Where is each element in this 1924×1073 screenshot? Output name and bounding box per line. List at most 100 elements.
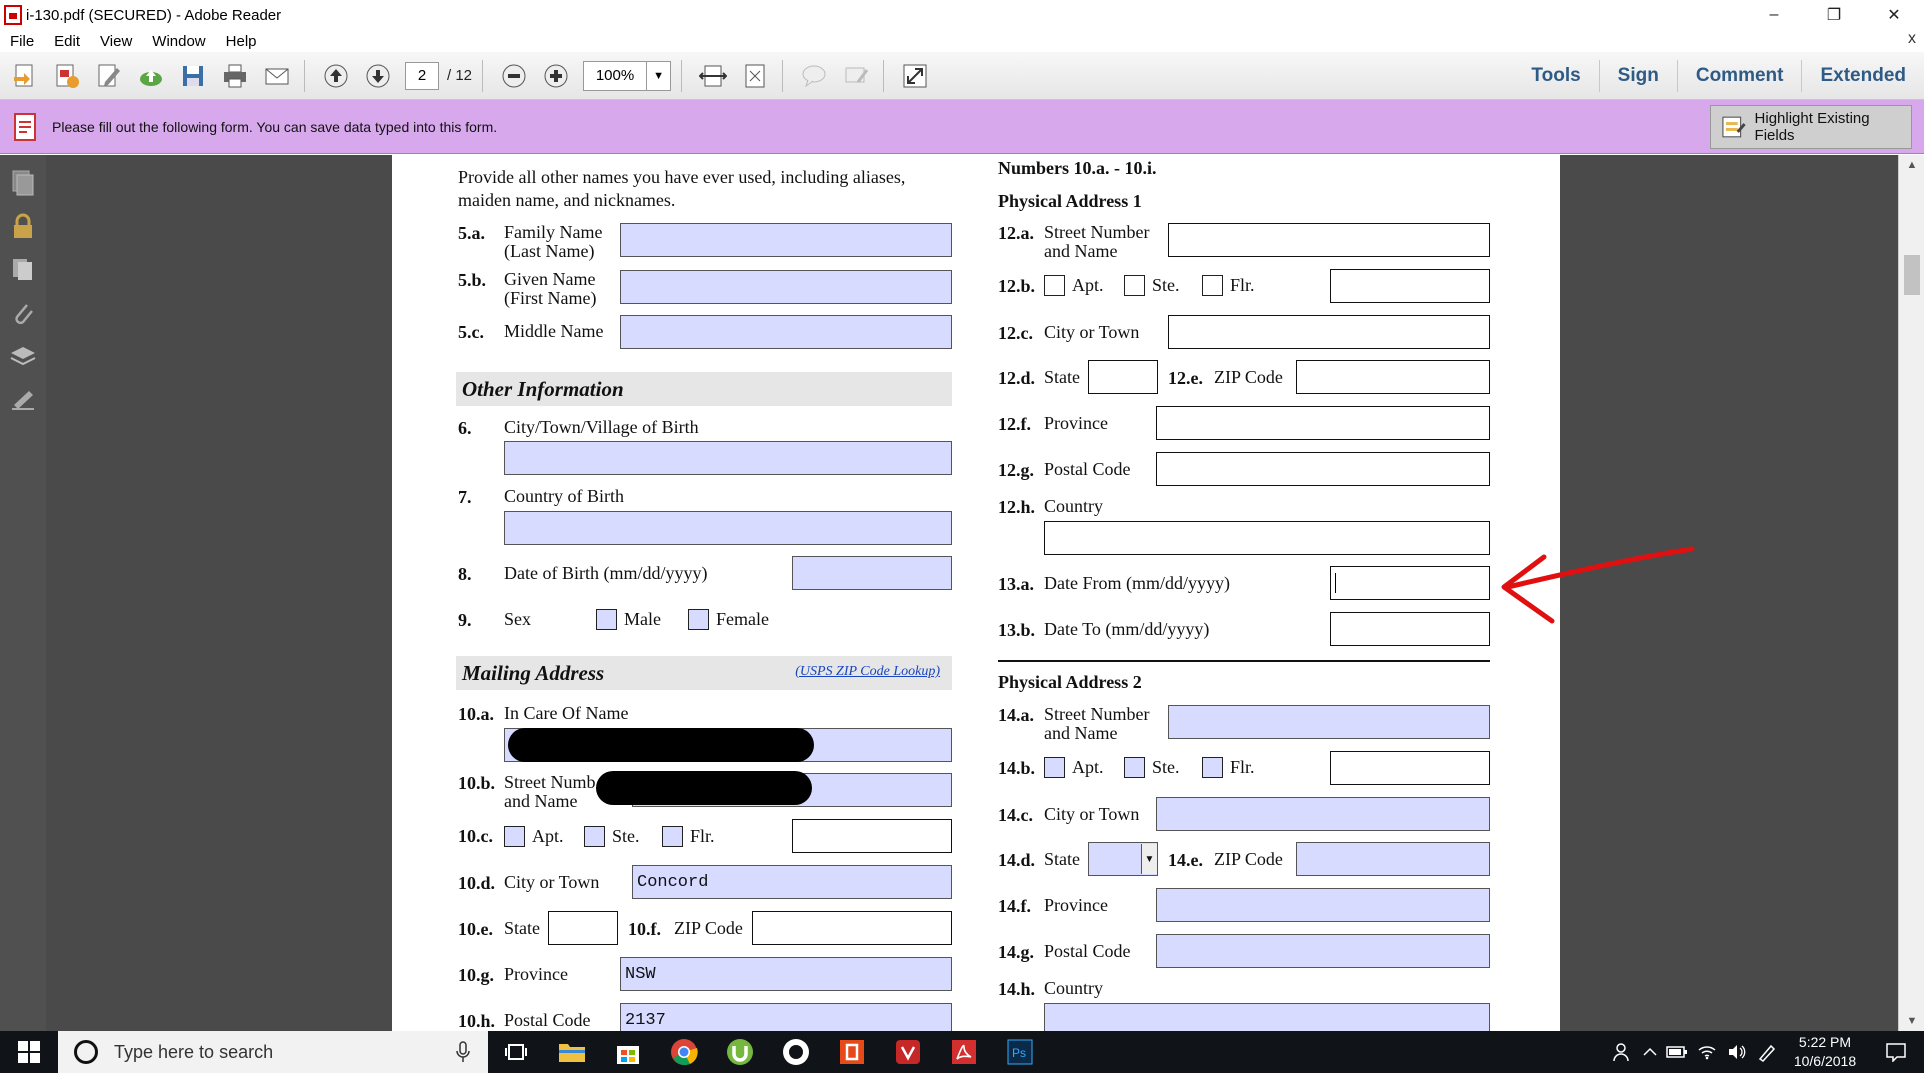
menu-view[interactable]: View [90, 33, 142, 50]
scroll-up-icon[interactable]: ▲ [1899, 155, 1924, 175]
app-octagon-button[interactable] [768, 1031, 824, 1073]
layers-icon[interactable] [9, 343, 37, 371]
paperclip-icon[interactable] [9, 299, 37, 327]
tools-tab[interactable]: Tools [1513, 60, 1598, 92]
tray-chevron-up-icon[interactable] [1638, 1031, 1662, 1073]
people-icon[interactable] [1608, 1031, 1638, 1073]
chrome-button[interactable] [656, 1031, 712, 1073]
start-button[interactable] [0, 1031, 58, 1073]
physical2-postal-code-field[interactable] [1156, 934, 1490, 968]
sex-male-checkbox[interactable] [596, 609, 617, 630]
physical1-zip-field[interactable] [1296, 360, 1490, 394]
volume-icon[interactable] [1722, 1031, 1752, 1073]
physical1-street-field[interactable] [1168, 223, 1490, 257]
microphone-icon[interactable] [456, 1041, 470, 1063]
physical1-city-field[interactable] [1168, 315, 1490, 349]
mailing-city-field[interactable]: Concord [632, 865, 952, 899]
mailing-apt-checkbox[interactable] [504, 826, 525, 847]
utorrent-button[interactable] [712, 1031, 768, 1073]
fit-page-button[interactable] [738, 59, 772, 93]
usps-zip-lookup-link[interactable]: (USPS ZIP Code Lookup) [795, 664, 940, 680]
physical1-country-field[interactable] [1044, 521, 1490, 555]
photoshop-button[interactable]: Ps [992, 1031, 1048, 1073]
mailing-flr-checkbox[interactable] [662, 826, 683, 847]
app-red-button[interactable] [880, 1031, 936, 1073]
adobe-reader-button[interactable] [936, 1031, 992, 1073]
highlight-existing-fields-button[interactable]: Highlight Existing Fields [1710, 105, 1912, 149]
menu-window[interactable]: Window [142, 33, 215, 50]
signature-icon[interactable] [9, 387, 37, 415]
chevron-down-icon[interactable]: ▼ [1141, 844, 1157, 874]
zoom-select[interactable]: 100% ▼ [583, 60, 672, 91]
sign-tab[interactable]: Sign [1598, 60, 1677, 92]
physical1-state-field[interactable] [1088, 360, 1158, 394]
physical2-zip-field[interactable] [1296, 842, 1490, 876]
highlight-text-button[interactable] [839, 59, 873, 93]
menu-edit[interactable]: Edit [44, 33, 90, 50]
physical2-flr-checkbox[interactable] [1202, 757, 1223, 778]
full-screen-button[interactable] [898, 59, 932, 93]
given-name-field[interactable] [620, 270, 952, 304]
mailing-zip-field[interactable] [752, 911, 952, 945]
next-page-button[interactable] [361, 59, 395, 93]
mailing-state-field[interactable] [548, 911, 618, 945]
pen-ink-icon[interactable] [1752, 1031, 1782, 1073]
city-of-birth-field[interactable] [504, 441, 952, 475]
mailing-ste-checkbox[interactable] [584, 826, 605, 847]
battery-icon[interactable] [1662, 1031, 1692, 1073]
vertical-scrollbar[interactable]: ▲ ▼ [1898, 155, 1924, 1031]
export-pdf-button[interactable] [50, 59, 84, 93]
close-button[interactable]: ✕ [1864, 0, 1924, 30]
zoom-out-button[interactable] [497, 59, 531, 93]
office-button[interactable] [824, 1031, 880, 1073]
physical1-province-field[interactable] [1156, 406, 1490, 440]
page-thumbnails-icon[interactable] [9, 169, 37, 197]
date-to-field[interactable] [1330, 612, 1490, 646]
middle-name-field[interactable] [620, 315, 952, 349]
mailing-postal-code-field[interactable]: 2137 [620, 1003, 952, 1031]
pages-icon[interactable] [9, 255, 37, 283]
fit-width-button[interactable] [696, 59, 730, 93]
scrollbar-thumb[interactable] [1904, 255, 1920, 295]
physical1-ste-checkbox[interactable] [1124, 275, 1145, 296]
family-name-field[interactable] [620, 223, 952, 257]
chevron-down-icon[interactable]: ▼ [646, 61, 670, 90]
extended-tab[interactable]: Extended [1801, 60, 1924, 92]
taskbar-clock[interactable]: 5:22 PM 10/6/2018 [1782, 1033, 1868, 1071]
physical1-flr-checkbox[interactable] [1202, 275, 1223, 296]
taskbar-search-box[interactable]: Type here to search [58, 1031, 488, 1073]
upload-button[interactable] [134, 59, 168, 93]
country-of-birth-field[interactable] [504, 511, 952, 545]
menu-help[interactable]: Help [216, 33, 267, 50]
close-document-button[interactable]: x [1908, 30, 1916, 48]
scroll-down-icon[interactable]: ▼ [1899, 1011, 1924, 1031]
edit-pdf-button[interactable] [92, 59, 126, 93]
previous-page-button[interactable] [319, 59, 353, 93]
task-view-button[interactable] [488, 1031, 544, 1073]
zoom-in-button[interactable] [539, 59, 573, 93]
store-button[interactable] [600, 1031, 656, 1073]
file-explorer-button[interactable] [544, 1031, 600, 1073]
date-from-field[interactable] [1330, 566, 1490, 600]
physical1-apt-checkbox[interactable] [1044, 275, 1065, 296]
physical1-postal-code-field[interactable] [1156, 452, 1490, 486]
physical2-unit-field[interactable] [1330, 751, 1490, 785]
email-button[interactable] [260, 59, 294, 93]
comment-tab[interactable]: Comment [1676, 60, 1802, 92]
document-viewport[interactable]: Provide all other names you have ever us… [46, 155, 1898, 1031]
physical2-country-field[interactable] [1044, 1003, 1490, 1031]
lock-icon[interactable] [9, 213, 37, 241]
menu-file[interactable]: File [0, 33, 44, 50]
mailing-province-field[interactable]: NSW [620, 957, 952, 991]
date-of-birth-field[interactable] [792, 556, 952, 590]
sex-female-checkbox[interactable] [688, 609, 709, 630]
physical1-unit-field[interactable] [1330, 269, 1490, 303]
physical2-apt-checkbox[interactable] [1044, 757, 1065, 778]
physical2-ste-checkbox[interactable] [1124, 757, 1145, 778]
page-number-input[interactable]: 2 [405, 61, 439, 90]
restore-button[interactable]: ❐ [1804, 0, 1864, 30]
print-button[interactable] [218, 59, 252, 93]
wifi-icon[interactable] [1692, 1031, 1722, 1073]
mailing-unit-number-field[interactable] [792, 819, 952, 853]
physical2-street-field[interactable] [1168, 705, 1490, 739]
